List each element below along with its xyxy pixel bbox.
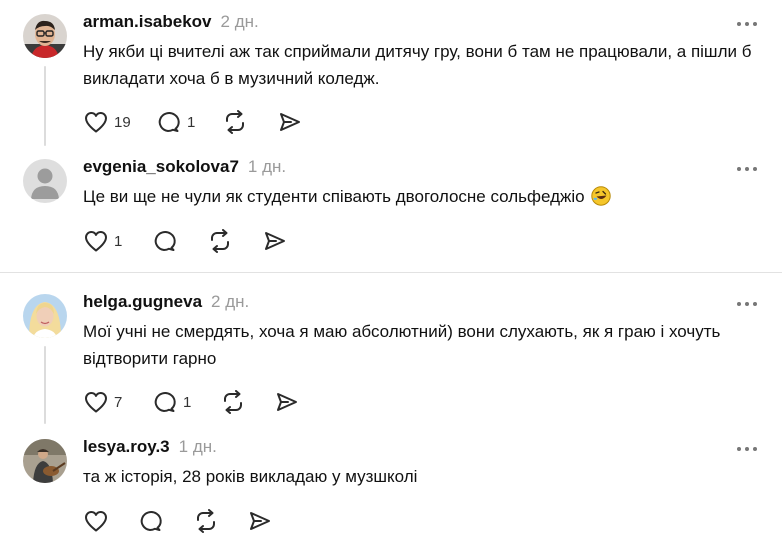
comment-bubble-icon	[152, 390, 178, 414]
thread-line	[44, 66, 46, 146]
thread-divider	[0, 272, 782, 273]
share-button[interactable]	[262, 229, 288, 253]
avatar[interactable]	[23, 14, 67, 58]
username[interactable]: lesya.roy.3	[83, 437, 170, 457]
repost-icon	[220, 390, 246, 414]
username[interactable]: helga.gugneva	[83, 292, 202, 312]
timestamp[interactable]: 1 дн.	[179, 437, 217, 457]
heart-icon	[83, 110, 109, 134]
username[interactable]: arman.isabekov	[83, 12, 212, 32]
default-user-avatar	[23, 159, 67, 203]
comment-text: Ну якби ці вчителі аж так сприймали дитя…	[83, 42, 752, 88]
share-button[interactable]	[274, 390, 300, 414]
more-dots-icon[interactable]	[737, 20, 761, 28]
reply-count: 1	[183, 393, 192, 411]
repost-icon	[222, 110, 248, 134]
like-button[interactable]: 19	[83, 110, 156, 134]
reply-button[interactable]: 1	[156, 110, 222, 134]
more-dots-icon[interactable]	[737, 300, 761, 308]
send-icon	[262, 229, 288, 253]
repost-icon	[207, 229, 233, 253]
more-dots-icon[interactable]	[737, 445, 761, 453]
like-button[interactable]: 1	[83, 229, 152, 253]
comment-text-content: Це ви ще не чули як студенти співають дв…	[83, 187, 585, 206]
comment-bubble-icon	[156, 110, 182, 134]
repost-button[interactable]	[220, 390, 274, 414]
avatar[interactable]	[23, 294, 67, 338]
repost-button[interactable]	[207, 229, 262, 253]
like-count: 19	[114, 113, 131, 131]
avatar[interactable]	[23, 439, 67, 483]
heart-icon	[83, 390, 109, 414]
timestamp[interactable]: 1 дн.	[248, 157, 286, 177]
comment-text: Це ви ще не чули як студенти співають дв…	[83, 183, 763, 210]
username[interactable]: evgenia_sokolova7	[83, 157, 239, 177]
comment-text: Мої учні не смердять, хоча я маю абсолют…	[83, 322, 721, 368]
heart-icon	[83, 509, 109, 533]
thread-line	[44, 346, 46, 424]
like-count: 1	[114, 232, 123, 250]
timestamp[interactable]: 2 дн.	[221, 12, 259, 32]
send-icon	[247, 509, 273, 533]
share-button[interactable]	[247, 509, 273, 533]
share-button[interactable]	[277, 110, 303, 134]
heart-icon	[83, 229, 109, 253]
timestamp[interactable]: 2 дн.	[211, 292, 249, 312]
comment-text: та ж історія, 28 років викладаю у музшко…	[83, 467, 418, 486]
send-icon	[274, 390, 300, 414]
like-count: 7	[114, 393, 123, 411]
reply-button[interactable]	[152, 229, 207, 253]
reply-button[interactable]	[138, 509, 193, 533]
comment-bubble-icon	[152, 229, 178, 253]
reply-button[interactable]: 1	[152, 390, 220, 414]
reply-count: 1	[187, 113, 196, 131]
send-icon	[277, 110, 303, 134]
repost-button[interactable]	[222, 110, 277, 134]
comment-bubble-icon	[138, 509, 164, 533]
like-button[interactable]	[83, 509, 138, 533]
more-dots-icon[interactable]	[737, 165, 761, 173]
rolling-on-floor-laughing-emoji	[591, 186, 612, 206]
repost-icon	[193, 509, 219, 533]
like-button[interactable]: 7	[83, 390, 152, 414]
repost-button[interactable]	[193, 509, 247, 533]
avatar[interactable]	[23, 159, 67, 203]
